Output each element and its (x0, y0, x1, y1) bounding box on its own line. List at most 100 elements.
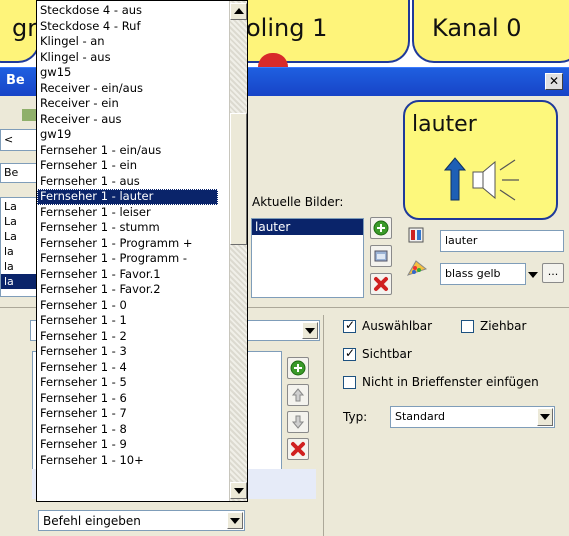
selectable-checkbox[interactable]: ✓ (343, 318, 356, 333)
command-combo[interactable]: Befehl eingeben (38, 510, 245, 531)
dropdown-item[interactable]: Klingel - an (37, 34, 218, 50)
dropdown-item[interactable]: Receiver - ein (37, 96, 218, 112)
add-command-button[interactable] (287, 357, 309, 379)
dropdown-item[interactable]: Fernseher 1 - Favor.2 (37, 282, 218, 298)
scroll-down-button[interactable] (230, 482, 247, 499)
dialog-title: Be (6, 73, 25, 88)
move-up-button[interactable] (287, 384, 309, 406)
dropdown-item[interactable]: Fernseher 1 - 2 (37, 329, 218, 345)
dropdown-item[interactable]: Receiver - aus (37, 112, 218, 128)
stub-list-item[interactable]: La (1, 229, 39, 244)
stub-list-item[interactable]: la (1, 244, 39, 259)
arrow-up-icon (291, 388, 305, 402)
chevron-down-icon (528, 272, 538, 278)
stub-nav-field[interactable]: < (0, 129, 40, 151)
dropdown-item[interactable]: Fernseher 1 - Favor.1 (37, 267, 218, 283)
dropdown-item[interactable]: Fernseher 1 - 5 (37, 375, 218, 391)
image-icon (374, 250, 388, 262)
more-button[interactable]: ... (542, 263, 564, 283)
text-property-field[interactable]: lauter (440, 230, 564, 252)
edit-image-button[interactable] (370, 245, 392, 267)
dropdown-item[interactable]: Steckdose 4 - aus (37, 3, 218, 19)
check-icon: ✓ (345, 318, 356, 332)
dropdown-item-selected[interactable]: Fernseher 1 - lauter (37, 189, 218, 205)
arrow-down-icon (234, 488, 244, 494)
dropdown-item[interactable]: Fernseher 1 - aus (37, 174, 218, 190)
dropdown-item[interactable]: gw15 (37, 65, 218, 81)
tab-left-label: gr (12, 14, 38, 42)
close-button[interactable]: ✕ (545, 73, 563, 90)
scroll-up-button[interactable] (230, 3, 247, 20)
images-list-item[interactable]: lauter (252, 219, 363, 235)
selectable-label: Auswählbar (362, 319, 433, 333)
color-select[interactable]: blass gelb (440, 263, 526, 285)
dropdown-item[interactable]: Fernseher 1 - Programm - (37, 251, 218, 267)
remove-image-button[interactable] (370, 273, 392, 295)
chevron-down-icon (305, 328, 315, 334)
lower-left-combo-button[interactable] (302, 322, 318, 339)
arrow-up-icon (234, 8, 244, 14)
move-down-button[interactable] (287, 411, 309, 433)
images-list[interactable]: lauter (251, 218, 364, 298)
dropdown-item[interactable]: Fernseher 1 - 4 (37, 360, 218, 376)
command-combo-button[interactable] (227, 512, 243, 529)
stub-list-item[interactable]: La (1, 214, 39, 229)
dropdown-item[interactable]: Fernseher 1 - 10+ (37, 453, 218, 469)
dropdown-item[interactable]: Fernseher 1 - leiser (37, 205, 218, 221)
chevron-down-icon (230, 518, 240, 524)
dropdown-item[interactable]: Fernseher 1 - 1 (37, 313, 218, 329)
type-select-value: Standard (395, 410, 446, 423)
images-label: Aktuelle Bilder: (252, 195, 344, 209)
arrow-down-icon (291, 415, 305, 429)
dropdown-item[interactable]: Fernseher 1 - ein (37, 158, 218, 174)
text-property-value: lauter (445, 234, 478, 247)
button-preview-tile: lauter (403, 100, 558, 220)
dropdown-item[interactable]: Fernseher 1 - 0 (37, 298, 218, 314)
stub-list-item[interactable]: la (1, 259, 39, 274)
type-label: Typ: (343, 410, 368, 424)
dropdown-item[interactable]: Fernseher 1 - 6 (37, 391, 218, 407)
dropdown-scrollbar[interactable] (229, 1, 247, 501)
color-select-arrow[interactable] (527, 269, 539, 281)
stub-list-item[interactable]: La (1, 199, 39, 214)
dropdown-item[interactable]: Fernseher 1 - stumm (37, 220, 218, 236)
stub-name-label: Be (4, 166, 19, 179)
chevron-down-icon (540, 414, 550, 420)
dropdown-item[interactable]: Fernseher 1 - ein/aus (37, 143, 218, 159)
speaker-louder-icon (443, 157, 519, 201)
type-select[interactable]: Standard (390, 406, 555, 428)
not-in-letter-checkbox[interactable] (343, 376, 356, 389)
tab-kanal[interactable]: Kanal 0 (412, 0, 569, 63)
stub-nav-label: < (4, 133, 14, 146)
tab-kanal-label: Kanal 0 (432, 14, 522, 42)
stub-list[interactable]: La La La la la la (0, 197, 40, 297)
remove-icon (374, 277, 388, 291)
dropdown-item[interactable]: gw19 (37, 127, 218, 143)
add-image-button[interactable] (370, 217, 392, 239)
check-icon: ✓ (345, 346, 356, 360)
text-property-icon (408, 227, 424, 243)
scroll-thumb[interactable] (230, 113, 247, 246)
tab-face-right (258, 53, 288, 67)
options-divider (323, 315, 324, 536)
visible-checkbox[interactable]: ✓ (343, 346, 356, 361)
dropdown-item[interactable]: Fernseher 1 - 8 (37, 422, 218, 438)
tab-left[interactable]: gr (0, 0, 40, 63)
stub-list-item-selected[interactable]: la (1, 274, 39, 289)
dropdown-item[interactable]: Fernseher 1 - 9 (37, 437, 218, 453)
dropdown-item[interactable]: Klingel - aus (37, 50, 218, 66)
color-select-value: blass gelb (445, 267, 501, 280)
dropdown-item[interactable]: Fernseher 1 - Programm + (37, 236, 218, 252)
command-dropdown-list[interactable]: Steckdose 4 - aus Steckdose 4 - Ruf Klinge… (36, 0, 248, 502)
stub-name-field[interactable]: Be (0, 163, 40, 183)
dropdown-item[interactable]: Receiver - ein/aus (37, 81, 218, 97)
visible-label: Sichtbar (362, 347, 412, 361)
dropdown-item[interactable]: Fernseher 1 - 3 (37, 344, 218, 360)
draggable-checkbox[interactable] (461, 320, 474, 333)
draggable-label: Ziehbar (480, 319, 527, 333)
remove-command-button[interactable] (287, 438, 309, 460)
type-select-button[interactable] (537, 408, 553, 426)
button-preview-label: lauter (412, 112, 477, 137)
dropdown-item[interactable]: Steckdose 4 - Ruf (37, 19, 218, 35)
dropdown-item[interactable]: Fernseher 1 - 7 (37, 406, 218, 422)
